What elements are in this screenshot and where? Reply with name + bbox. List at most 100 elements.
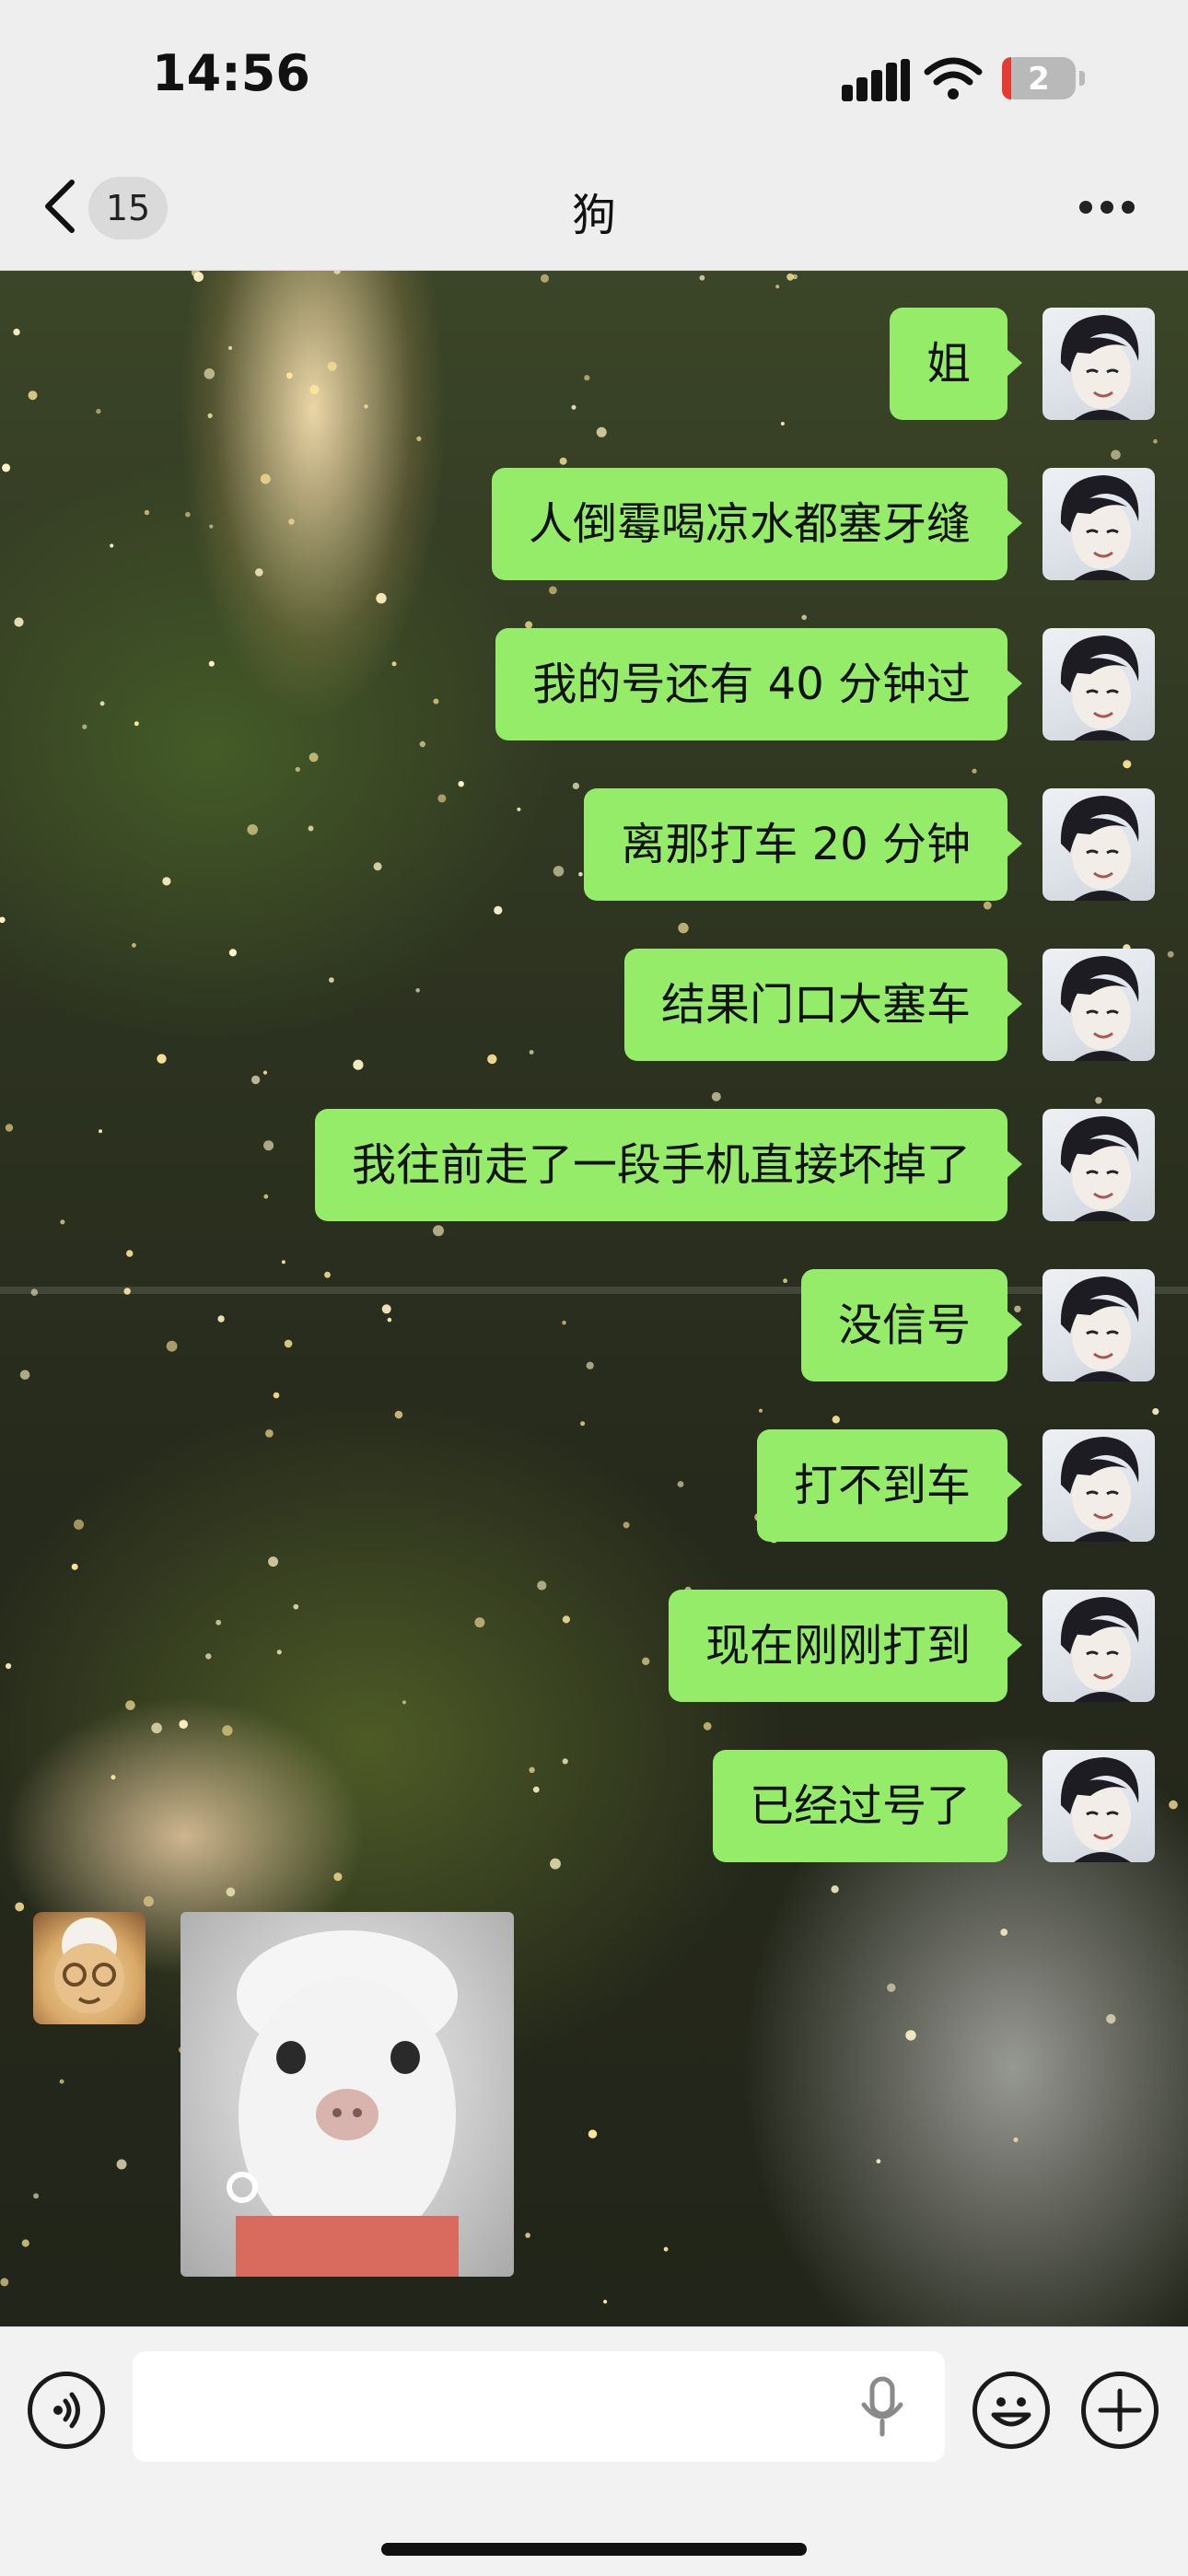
sparkle-light	[419, 740, 425, 748]
sparkle-light	[831, 1885, 839, 1894]
sparkle-light	[376, 592, 387, 604]
message-bubble[interactable]: 打不到车	[756, 1429, 1023, 1542]
message-row: 打不到车	[0, 1429, 1188, 1542]
sparkle-light	[1095, 1097, 1102, 1104]
avatar[interactable]	[1042, 1750, 1155, 1862]
sparkle-light	[832, 1416, 840, 1424]
sparkle-light	[309, 752, 319, 763]
sparkle-light	[663, 2246, 669, 2252]
avatar[interactable]	[1042, 1269, 1155, 1381]
sparkle-light	[14, 617, 24, 627]
avatar[interactable]	[1042, 308, 1155, 420]
sparkle-light	[1000, 1929, 1008, 1936]
avatar-image	[1060, 475, 1139, 580]
avatar[interactable]	[1042, 1429, 1155, 1542]
avatar-image	[1060, 1757, 1139, 1862]
avatar-image	[1060, 1597, 1139, 1702]
message-bubble[interactable]: 我的号还有 40 分钟过	[495, 628, 1022, 740]
sparkle-light	[416, 436, 422, 441]
avatar[interactable]	[1042, 1590, 1155, 1702]
battery-label: 2	[1028, 61, 1050, 98]
sparkle-light	[775, 285, 780, 289]
contact-avatar[interactable]	[33, 1912, 146, 2024]
plus-glyph	[1098, 2388, 1142, 2432]
sparkle-light	[143, 1895, 154, 1907]
sparkle-light	[887, 1983, 896, 1992]
battery-indicator: 2	[1002, 57, 1085, 99]
sparkle-light	[1106, 2013, 1116, 2024]
message-bubble[interactable]: 没信号	[800, 1269, 1023, 1381]
sparkle-light	[15, 1902, 25, 1912]
plus-icon[interactable]	[1081, 2372, 1159, 2449]
sparkle-light	[179, 1719, 188, 1729]
sparkle-light	[59, 2079, 64, 2084]
avatar[interactable]	[1042, 1109, 1155, 1221]
microphone-icon[interactable]	[856, 2375, 908, 2438]
sparkle-light	[268, 1556, 279, 1568]
emoji-icon[interactable]	[973, 2372, 1050, 2449]
status-time: 14:56	[152, 44, 310, 102]
sparkle-light	[132, 943, 136, 948]
message-bubble[interactable]: 已经过号了	[712, 1750, 1023, 1862]
message-row: 已经过号了	[0, 1750, 1188, 1862]
battery-cap	[1079, 71, 1085, 86]
sticker-message[interactable]	[181, 1912, 514, 2277]
message-row: 我的号还有 40 分钟过	[0, 628, 1188, 740]
sparkle-light	[758, 1408, 763, 1413]
sparkle-light	[295, 766, 300, 773]
more-horizontal-icon[interactable]	[1079, 201, 1135, 216]
message-row: 人倒霉喝凉水都塞牙缝	[0, 468, 1188, 580]
emoji-face-glyph	[991, 2397, 1031, 2427]
sparkle-light	[281, 1260, 285, 1265]
voice-mode-icon[interactable]	[28, 2372, 105, 2449]
message-bubble[interactable]: 离那打车 20 分钟	[584, 788, 1022, 901]
avatar-image	[1060, 635, 1139, 740]
avatar-image	[1060, 1276, 1139, 1381]
sparkle-light	[222, 1725, 233, 1736]
sparkle-light	[603, 2300, 608, 2304]
message-bubble[interactable]: 我往前走了一段手机直接坏掉了	[314, 1109, 1023, 1221]
sparkle-light	[494, 905, 503, 915]
avatar[interactable]	[1042, 788, 1155, 901]
top-bar: 14:56 2 15 狗	[0, 0, 1188, 271]
avatar-image	[1060, 1116, 1139, 1221]
home-indicator[interactable]	[381, 2543, 807, 2556]
avatar[interactable]	[1042, 628, 1155, 740]
sparkle-light	[394, 1410, 403, 1419]
sticker-image	[236, 1930, 459, 2277]
voice-wave-glyph	[53, 2392, 80, 2429]
sparkle-light	[1123, 760, 1132, 769]
message-bubble[interactable]: 人倒霉喝凉水都塞牙缝	[491, 468, 1023, 580]
cellular-signal-icon	[842, 59, 910, 101]
sparkle-light	[905, 2030, 916, 2041]
message-input[interactable]	[133, 2351, 945, 2462]
sparkle-light	[1153, 438, 1158, 444]
sparkle-light	[71, 1563, 78, 1570]
sparkle-light	[588, 2129, 598, 2139]
sparkle-light	[780, 422, 785, 425]
sparkle-light	[226, 1887, 236, 1897]
sparkle-light	[126, 1250, 134, 1257]
message-bubble[interactable]: 姐	[889, 308, 1023, 420]
avatar[interactable]	[1042, 468, 1155, 580]
message-bubble[interactable]: 结果门口大塞车	[623, 949, 1023, 1061]
sparkle-light	[250, 1075, 261, 1085]
avatar[interactable]	[1042, 949, 1155, 1061]
sparkle-light	[525, 2232, 530, 2238]
sparkle-light	[33, 2193, 40, 2199]
sparkle-light	[699, 274, 705, 281]
sparkle-light	[972, 768, 977, 774]
message-bubble[interactable]: 现在刚刚打到	[668, 1590, 1023, 1702]
sparkle-light	[353, 1059, 364, 1070]
sparkle-light	[1013, 2137, 1019, 2142]
avatar-image	[1060, 1437, 1139, 1542]
sparkle-light	[596, 426, 607, 437]
message-row: 离那打车 20 分钟	[0, 788, 1188, 901]
message-row: 我往前走了一段手机直接坏掉了	[0, 1109, 1188, 1221]
sparkle-light	[21, 2239, 29, 2247]
sparkle-light	[116, 2159, 127, 2170]
sparkle-light	[333, 1872, 343, 1882]
sparkle-light	[541, 274, 549, 283]
message-row: 姐	[0, 308, 1188, 420]
contact-avatar-image	[54, 1917, 124, 2013]
